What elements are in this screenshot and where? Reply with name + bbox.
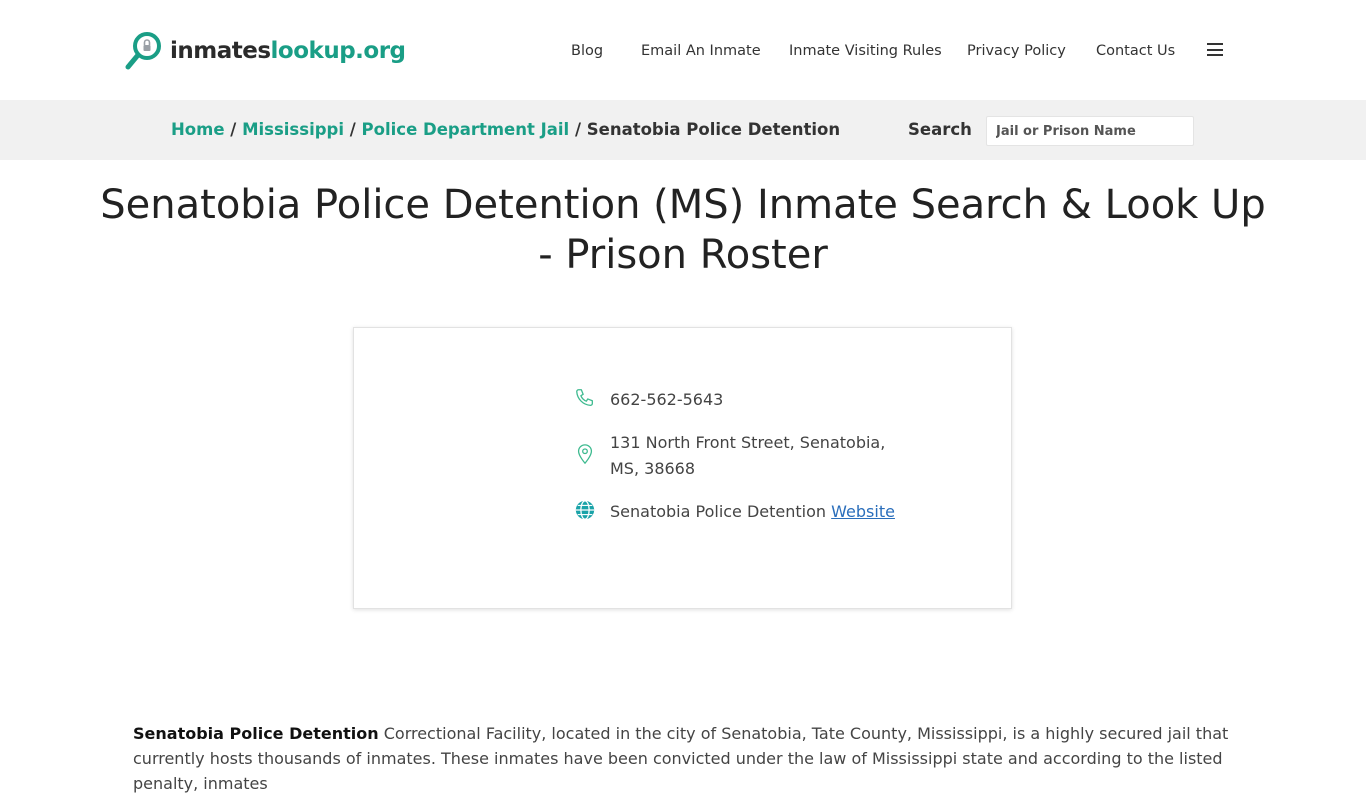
intro-paragraph: Senatobia Police Detention Correctional …	[133, 721, 1233, 796]
page-title: Senatobia Police Detention (MS) Inmate S…	[100, 182, 1266, 278]
website-prefix: Senatobia Police Detention	[610, 502, 827, 521]
main-nav: Blog Email An Inmate Inmate Visiting Rul…	[0, 40, 1366, 62]
intro-bold: Senatobia Police Detention	[133, 724, 379, 743]
facility-info-card: 662-562-5643 131 North Front Street, Sen…	[353, 327, 1012, 609]
site-header: inmateslookup.org Blog Email An Inmate I…	[0, 0, 1366, 100]
globe-icon	[575, 500, 595, 520]
address-text: 131 North Front Street, Senatobia, MS, 3…	[610, 433, 886, 478]
breadcrumb-separator: /	[349, 120, 356, 139]
breadcrumb-home[interactable]: Home	[171, 120, 225, 139]
website-text: Senatobia Police Detention Website	[610, 499, 895, 525]
phone-row: 662-562-5643	[574, 387, 723, 413]
nav-inmate-visiting-rules[interactable]: Inmate Visiting Rules	[789, 40, 942, 62]
breadcrumb-separator: /	[230, 120, 237, 139]
nav-email-an-inmate[interactable]: Email An Inmate	[641, 40, 761, 62]
website-row: Senatobia Police Detention Website	[574, 499, 895, 525]
hamburger-icon[interactable]	[1207, 43, 1223, 57]
nav-blog[interactable]: Blog	[571, 40, 603, 62]
breadcrumb-police-department-jail[interactable]: Police Department Jail	[362, 120, 570, 139]
map-pin-icon	[577, 444, 593, 465]
phone-number[interactable]: 662-562-5643	[610, 387, 723, 413]
search-label: Search	[908, 120, 972, 139]
breadcrumb-separator: /	[574, 120, 581, 139]
breadcrumb-current: Senatobia Police Detention	[586, 120, 841, 139]
address-row: 131 North Front Street, Senatobia, MS, 3…	[574, 430, 910, 482]
breadcrumb-mississippi[interactable]: Mississippi	[242, 120, 344, 139]
nav-contact-us[interactable]: Contact Us	[1096, 40, 1175, 62]
website-link[interactable]: Website	[831, 502, 895, 521]
nav-privacy-policy[interactable]: Privacy Policy	[967, 40, 1066, 62]
phone-icon	[576, 389, 593, 406]
search-input[interactable]	[986, 116, 1194, 146]
breadcrumb: Home / Mississippi / Police Department J…	[171, 119, 840, 141]
